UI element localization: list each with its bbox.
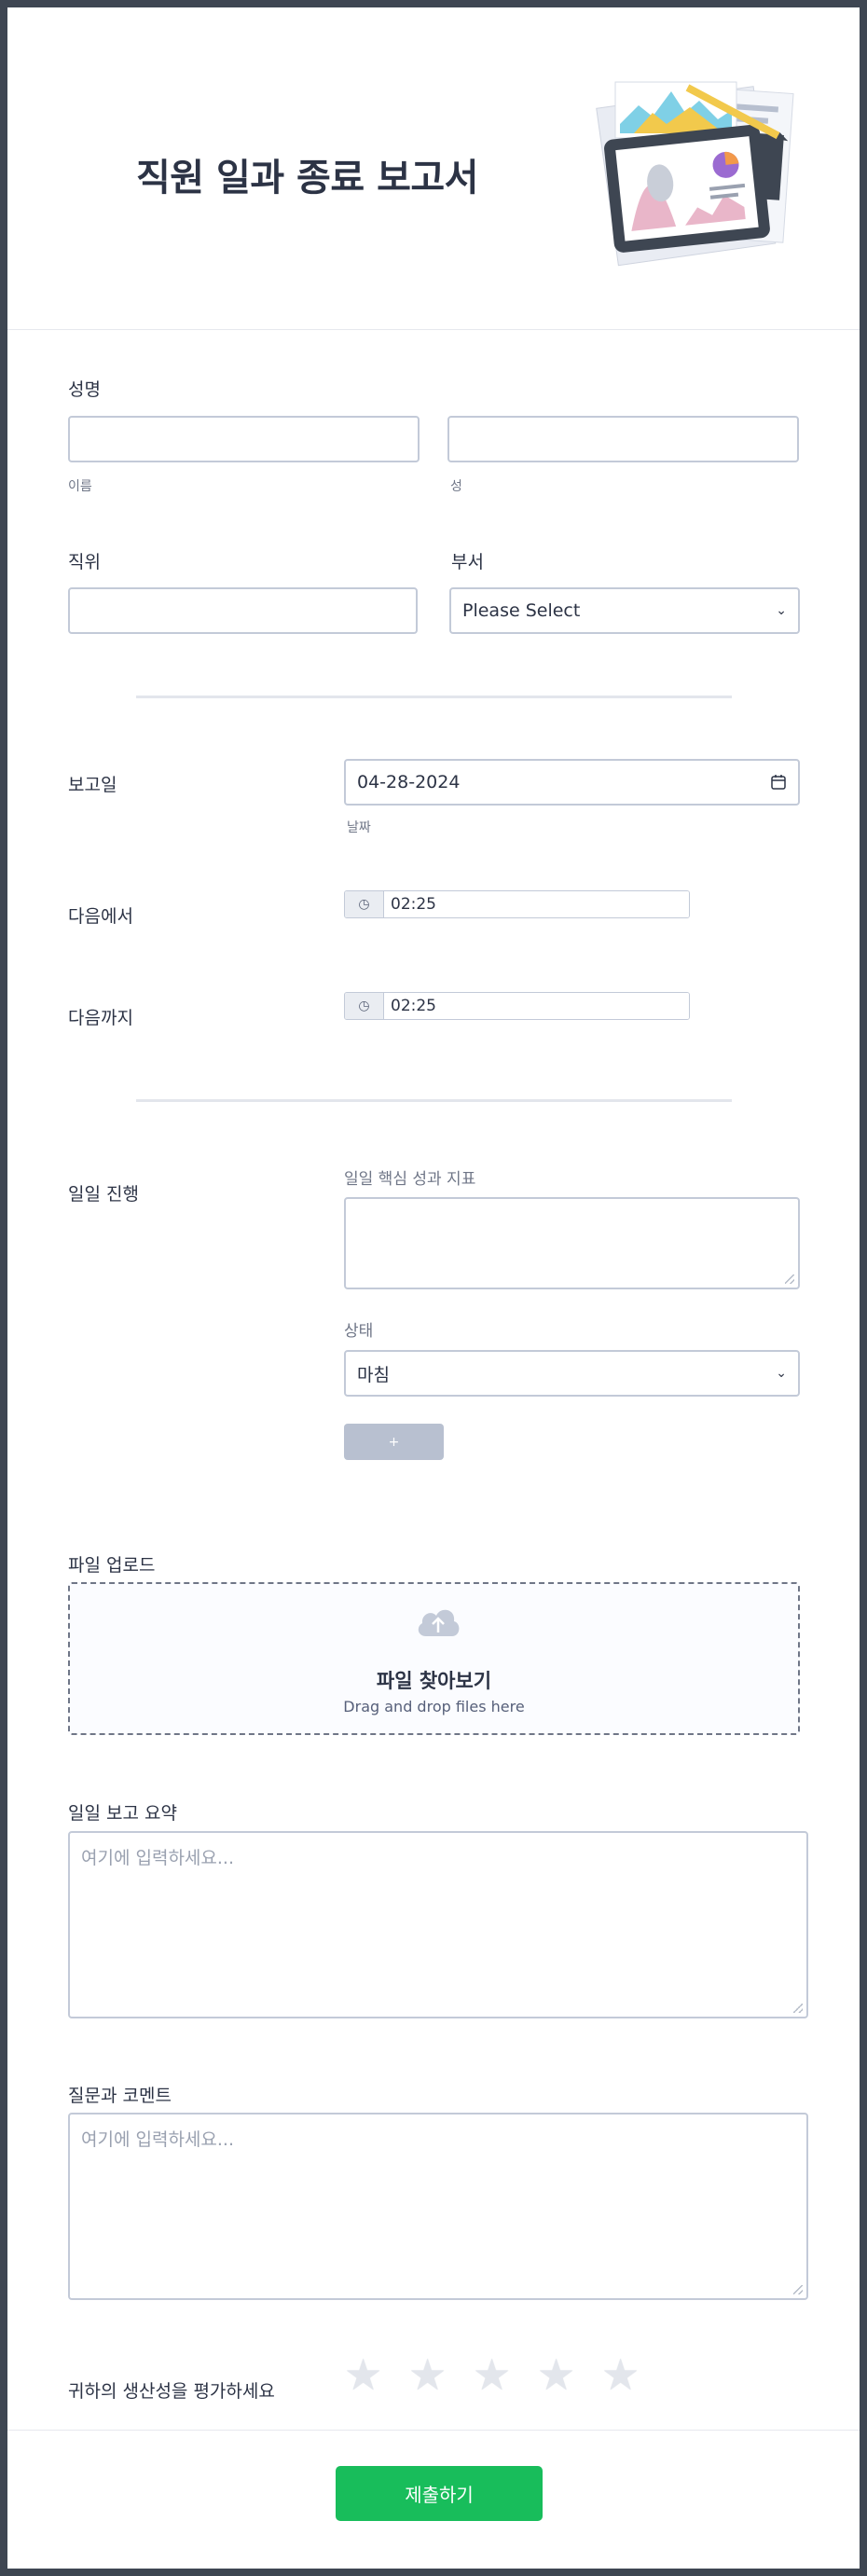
form-card: 직원 일과 종료 보고서 성명 이름 성 직위 부서 Please Select… — [7, 7, 860, 2569]
cloud-upload-icon — [418, 1609, 460, 1636]
add-progress-button[interactable]: + — [344, 1424, 444, 1460]
first-name-input[interactable] — [68, 416, 420, 462]
calendar-icon[interactable] — [770, 774, 787, 791]
kpi-textarea[interactable] — [344, 1197, 800, 1289]
status-select[interactable]: 마침 ⌄ — [344, 1350, 800, 1397]
position-label: 직위 — [68, 552, 101, 572]
from-time-label: 다음에서 — [68, 906, 133, 927]
star-icon[interactable]: ★ — [408, 2353, 447, 2396]
submit-button[interactable]: 제출하기 — [336, 2466, 543, 2521]
last-name-input[interactable] — [447, 416, 799, 462]
section-divider — [136, 696, 732, 698]
resize-grip-icon[interactable] — [793, 2285, 803, 2294]
questions-label: 질문과 코멘트 — [68, 2086, 172, 2106]
first-name-sublabel: 이름 — [68, 479, 92, 494]
file-upload-dropzone[interactable]: 파일 찾아보기 Drag and drop files here — [68, 1582, 800, 1735]
resize-grip-icon[interactable] — [793, 2004, 803, 2013]
questions-textarea[interactable]: 여기에 입력하세요... — [68, 2113, 808, 2300]
star-icon[interactable]: ★ — [473, 2353, 511, 2396]
daily-progress-label: 일일 진행 — [68, 1184, 139, 1205]
section-divider — [136, 1099, 732, 1102]
department-select[interactable]: Please Select ⌄ — [449, 587, 800, 634]
report-date-label: 보고일 — [68, 775, 117, 795]
browse-files-text[interactable]: 파일 찾아보기 — [70, 1666, 798, 1694]
star-icon[interactable]: ★ — [344, 2353, 382, 2396]
summary-placeholder: 여기에 입력하세요... — [81, 1848, 234, 1868]
name-label: 성명 — [68, 379, 101, 400]
report-illustration — [596, 81, 794, 267]
status-selected: 마침 — [357, 1364, 390, 1385]
department-label: 부서 — [451, 552, 484, 572]
report-date-input[interactable]: 04-28-2024 — [344, 759, 800, 806]
from-time-input[interactable]: ◷ 02:25 — [344, 890, 690, 918]
kpi-label: 일일 핵심 성과 지표 — [344, 1170, 476, 1189]
file-upload-label: 파일 업로드 — [68, 1555, 156, 1576]
to-time-value[interactable]: 02:25 — [384, 993, 689, 1019]
rating-label: 귀하의 생산성을 평가하세요 — [68, 2381, 275, 2402]
clock-icon: ◷ — [345, 891, 384, 917]
clock-icon: ◷ — [345, 993, 384, 1019]
position-input[interactable] — [68, 587, 418, 634]
drag-drop-hint: Drag and drop files here — [343, 1698, 525, 1715]
to-time-input[interactable]: ◷ 02:25 — [344, 992, 690, 1020]
resize-grip-icon[interactable] — [785, 1274, 794, 1284]
form-title: 직원 일과 종료 보고서 — [136, 157, 478, 200]
from-time-value[interactable]: 02:25 — [384, 891, 689, 917]
star-icon[interactable]: ★ — [601, 2353, 640, 2396]
status-label: 상태 — [344, 1322, 374, 1341]
report-date-sublabel: 날짜 — [347, 820, 371, 835]
chevron-down-icon: ⌄ — [776, 1366, 787, 1381]
summary-textarea[interactable]: 여기에 입력하세요... — [68, 1831, 808, 2018]
department-selected: Please Select — [462, 600, 581, 621]
to-time-label: 다음까지 — [68, 1008, 133, 1028]
questions-placeholder: 여기에 입력하세요... — [81, 2129, 234, 2150]
form-header: 직원 일과 종료 보고서 — [7, 7, 860, 330]
report-date-value: 04-28-2024 — [357, 772, 461, 792]
last-name-sublabel: 성 — [450, 479, 462, 494]
footer-divider — [7, 2430, 860, 2431]
chevron-down-icon: ⌄ — [776, 603, 787, 618]
summary-label: 일일 보고 요약 — [68, 1803, 177, 1824]
star-icon[interactable]: ★ — [537, 2353, 575, 2396]
